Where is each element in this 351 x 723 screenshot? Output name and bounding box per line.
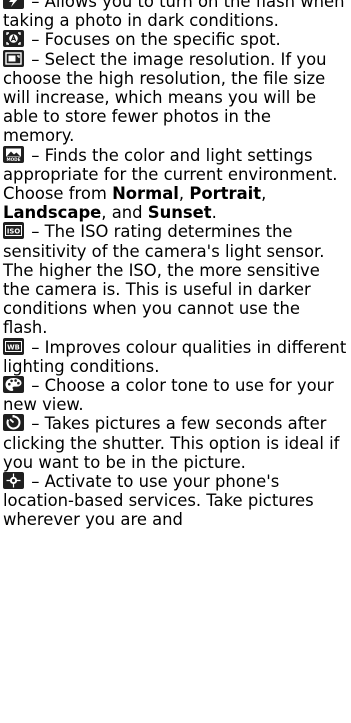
auto-focus-icon [3,30,24,48]
scene-option-landscape: Landscape [3,203,102,223]
scene-option-normal: Normal [112,184,179,204]
scene-option-sunset: Sunset [147,203,212,223]
resolution-description: – Select the image resolution. If you ch… [3,49,327,146]
color-effects-item: – Choose a color tone to use for your ne… [3,376,347,414]
color-effects-description: – Choose a color tone to use for your ne… [3,376,334,415]
resolution-item: – Select the image resolution. If you ch… [3,49,347,146]
flash-item: – Allows you to turn on the flash when t… [3,0,347,30]
scene-option-portrait: Portrait [189,184,262,204]
white-balance-icon-label: WB [7,343,20,351]
geotag-item: – Activate to use your phone's location-… [3,472,347,530]
auto-focus-item: – Focuses on the specific spot. [3,30,347,49]
flash-icon [3,0,24,9]
flash-description: – Allows you to turn on the flash when t… [3,0,345,31]
scene-separator-2: , [261,184,267,204]
iso-icon-label: ISO [7,228,20,236]
resolution-icon [3,49,24,67]
scene-separator-3: , and [101,203,148,223]
self-timer-icon [3,414,24,432]
self-timer-item: – Takes pictures a few seconds after cli… [3,414,347,472]
scene-mode-icon-label: MODE [6,157,20,162]
iso-item: ISO – The ISO rating determines the sens… [3,222,347,337]
iso-description: – The ISO rating determines the sensitiv… [3,222,325,338]
scene-mode-end: . [211,203,217,223]
auto-focus-description: – Focuses on the specific spot. [26,30,281,50]
white-balance-description: – Improves colour qualities in different… [3,337,347,376]
scene-mode-item: MODE – Finds the color and light setting… [3,145,347,223]
self-timer-description: – Takes pictures a few seconds after cli… [3,414,340,472]
scene-mode-icon: MODE [3,145,24,163]
geotag-icon [3,472,24,490]
color-effects-icon [3,376,24,394]
help-document: – Allows you to turn on the flash when t… [0,0,351,530]
geotag-description: – Activate to use your phone's location-… [3,472,314,530]
iso-icon: ISO [3,222,24,240]
white-balance-icon: WB [3,337,24,355]
white-balance-item: WB – Improves colour qualities in differ… [3,337,347,376]
scene-separator-1: , [178,184,190,204]
